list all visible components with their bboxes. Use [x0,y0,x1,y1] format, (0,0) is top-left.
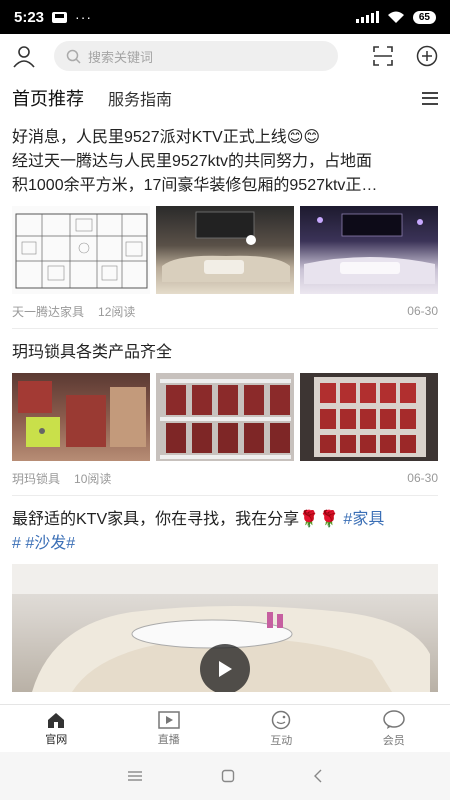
nav-label: 会员 [382,734,405,747]
hashtag-link[interactable]: # [12,535,21,552]
user-profile-icon[interactable] [12,44,36,68]
home-button-icon[interactable] [221,769,235,783]
post-read-count: 10阅读 [74,471,112,486]
post-image-lock-display[interactable] [300,373,438,461]
add-icon[interactable] [416,45,438,67]
post-hashtags: # #沙发# [12,532,438,556]
post-meta: 玥玛锁具 10阅读 06-30 [12,461,438,495]
nav-label: 直播 [157,733,180,746]
battery-indicator: 65 [412,10,436,24]
nav-label: 官网 [45,733,68,746]
member-chat-icon [383,709,405,729]
hashtag-link[interactable]: #沙发# [25,535,75,552]
feed-list: 好消息，人民里9527派对KTV正式上线😊😊 经过天一腾达与人民里9527ktv… [0,120,450,704]
nav-label: 互动 [270,734,293,747]
status-time: 5:23 [14,8,45,26]
status-bar: 5:23 ··· 65 [0,0,450,34]
tab-home-recommend[interactable]: 首页推荐 [12,85,84,111]
search-icon [66,49,81,64]
post-body-line: 积1000余平方米，17间豪华装修包厢的9527ktv正… [12,177,378,194]
nav-member[interactable]: 会员 [338,705,450,752]
post-image-floor-plan[interactable] [12,206,150,294]
live-play-icon [158,710,180,729]
tab-bar: 首页推荐 服务指南 [0,80,450,116]
post-image-safes[interactable] [12,373,150,461]
back-icon[interactable] [313,769,323,783]
feed-post[interactable]: 最舒适的KTV家具，你在寻找，我在分享🌹🌹 #家具 # #沙发# [0,508,450,692]
post-date: 06-30 [407,471,438,485]
post-image-ktv-room-2[interactable] [300,206,438,294]
post-title: 最舒适的KTV家具，你在寻找，我在分享🌹🌹 #家具 [12,508,438,532]
feed-post[interactable]: 玥玛锁具各类产品齐全 玥玛锁具 10阅读 06-30 [0,341,450,495]
feed-post[interactable]: 好消息，人民里9527派对KTV正式上线😊😊 经过天一腾达与人民里9527ktv… [0,120,450,328]
post-read-count: 12阅读 [98,304,136,319]
post-video-thumbnail[interactable] [12,564,438,692]
post-title: 玥玛锁具各类产品齐全 [12,344,173,361]
divider [12,495,438,496]
system-navigation-bar [0,752,450,800]
bottom-navigation: 官网 直播 互动 会员 [0,704,450,752]
scan-icon[interactable] [372,45,394,67]
post-date: 06-30 [407,304,438,318]
post-meta: 天一腾达家具 12阅读 06-30 [12,294,438,328]
post-title-text: 最舒适的KTV家具，你在寻找，我在分享🌹🌹 [12,511,339,528]
interaction-icon [272,710,291,729]
top-app-bar: 搜索关键词 [0,34,450,78]
post-source[interactable]: 玥玛锁具 [12,470,60,487]
post-image-safe-shelves[interactable] [156,373,294,461]
post-image-ktv-room[interactable] [156,206,294,294]
nav-live[interactable]: 直播 [113,705,226,752]
post-title: 好消息，人民里9527派对KTV正式上线😊😊 [12,129,321,146]
post-body-line: 经过天一腾达与人民里9527ktv的共同努力，占地面 [12,153,373,170]
recent-apps-icon[interactable] [127,770,143,782]
nav-interaction[interactable]: 互动 [225,705,338,752]
wifi-icon [387,11,404,23]
tab-service-guide[interactable]: 服务指南 [108,86,172,110]
search-placeholder: 搜索关键词 [88,49,154,65]
more-notifications-dots: ··· [75,9,93,25]
nav-official-site[interactable]: 官网 [0,705,113,752]
message-notification-icon [52,11,68,23]
play-icon [219,661,232,677]
post-source[interactable]: 天一腾达家具 [12,303,84,320]
divider [12,328,438,329]
play-button[interactable] [200,644,250,692]
home-icon [48,712,65,728]
hashtag-link[interactable]: #家具 [343,511,384,528]
signal-icon [355,11,379,23]
search-input[interactable]: 搜索关键词 [54,41,338,71]
menu-icon[interactable] [422,91,438,105]
